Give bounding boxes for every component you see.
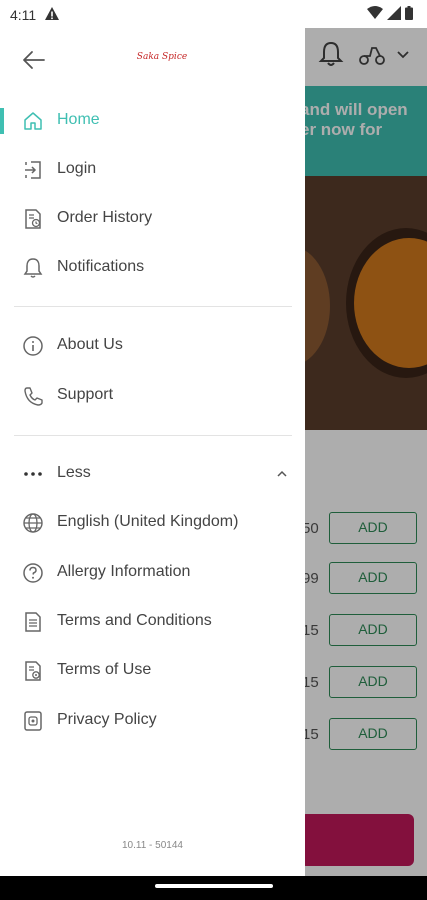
login-icon	[25, 161, 41, 179]
privacy-icon	[24, 711, 42, 731]
menu-item-notifications[interactable]: Notifications	[0, 245, 305, 291]
signal-icon	[387, 6, 401, 20]
chevron-up-icon	[277, 470, 287, 477]
status-bar: 4:11	[0, 0, 427, 28]
alert-icon	[45, 7, 59, 20]
menu-item-label: English (United Kingdom)	[57, 513, 239, 530]
active-indicator	[0, 108, 4, 134]
menu-item-label: Allergy Information	[57, 563, 191, 580]
drawer-header: Saka Spice	[0, 28, 305, 90]
menu-item-privacy-policy[interactable]: Privacy Policy	[0, 698, 305, 744]
home-gesture-bar[interactable]	[155, 884, 273, 888]
menu-item-home[interactable]: Home	[0, 98, 305, 144]
menu-item-label: Terms of Use	[57, 661, 152, 678]
order-history-icon	[25, 209, 41, 229]
info-icon	[23, 336, 43, 356]
menu-item-label: Support	[57, 386, 114, 403]
battery-icon	[405, 6, 413, 20]
menu-item-less-toggle[interactable]: Less	[0, 451, 305, 497]
document-icon	[25, 612, 41, 632]
bell-icon	[23, 258, 43, 278]
menu-item-terms-of-use[interactable]: Terms of Use	[0, 648, 305, 694]
system-nav-bar	[0, 876, 427, 900]
menu-item-order-history[interactable]: Order History	[0, 196, 305, 242]
menu-item-label: Privacy Policy	[57, 711, 157, 728]
menu-item-login[interactable]: Login	[0, 147, 305, 193]
globe-icon	[23, 513, 43, 533]
wifi-icon	[367, 6, 383, 19]
menu-item-label: About Us	[57, 336, 123, 353]
menu-item-language[interactable]: English (United Kingdom)	[0, 500, 305, 546]
phone-icon	[24, 387, 43, 406]
menu-item-terms-and-conditions[interactable]: Terms and Conditions	[0, 599, 305, 645]
status-icons	[367, 6, 413, 20]
restaurant-logo: Saka Spice	[136, 52, 188, 62]
more-horizontal-icon	[24, 472, 42, 476]
menu-divider	[14, 435, 292, 436]
menu-item-about-us[interactable]: About Us	[0, 323, 305, 369]
menu-item-support[interactable]: Support	[0, 373, 305, 419]
back-arrow-icon[interactable]	[20, 46, 48, 74]
home-icon	[24, 112, 42, 130]
menu-divider	[14, 306, 292, 307]
menu-item-label: Login	[57, 160, 97, 177]
menu-item-allergy-information[interactable]: Allergy Information	[0, 550, 305, 596]
status-time: 4:11	[10, 7, 37, 23]
menu-item-label: Home	[57, 111, 100, 128]
menu-item-label: Order History	[57, 209, 153, 226]
question-icon	[23, 563, 43, 583]
menu-item-label: Notifications	[57, 258, 145, 275]
menu-item-label: Terms and Conditions	[57, 612, 212, 629]
app-version: 10.11 - 50144	[122, 840, 183, 851]
navigation-drawer: Saka Spice Home Login Order History Noti…	[0, 28, 305, 876]
menu-item-label: Less	[57, 464, 91, 481]
document-settings-icon	[25, 661, 41, 681]
